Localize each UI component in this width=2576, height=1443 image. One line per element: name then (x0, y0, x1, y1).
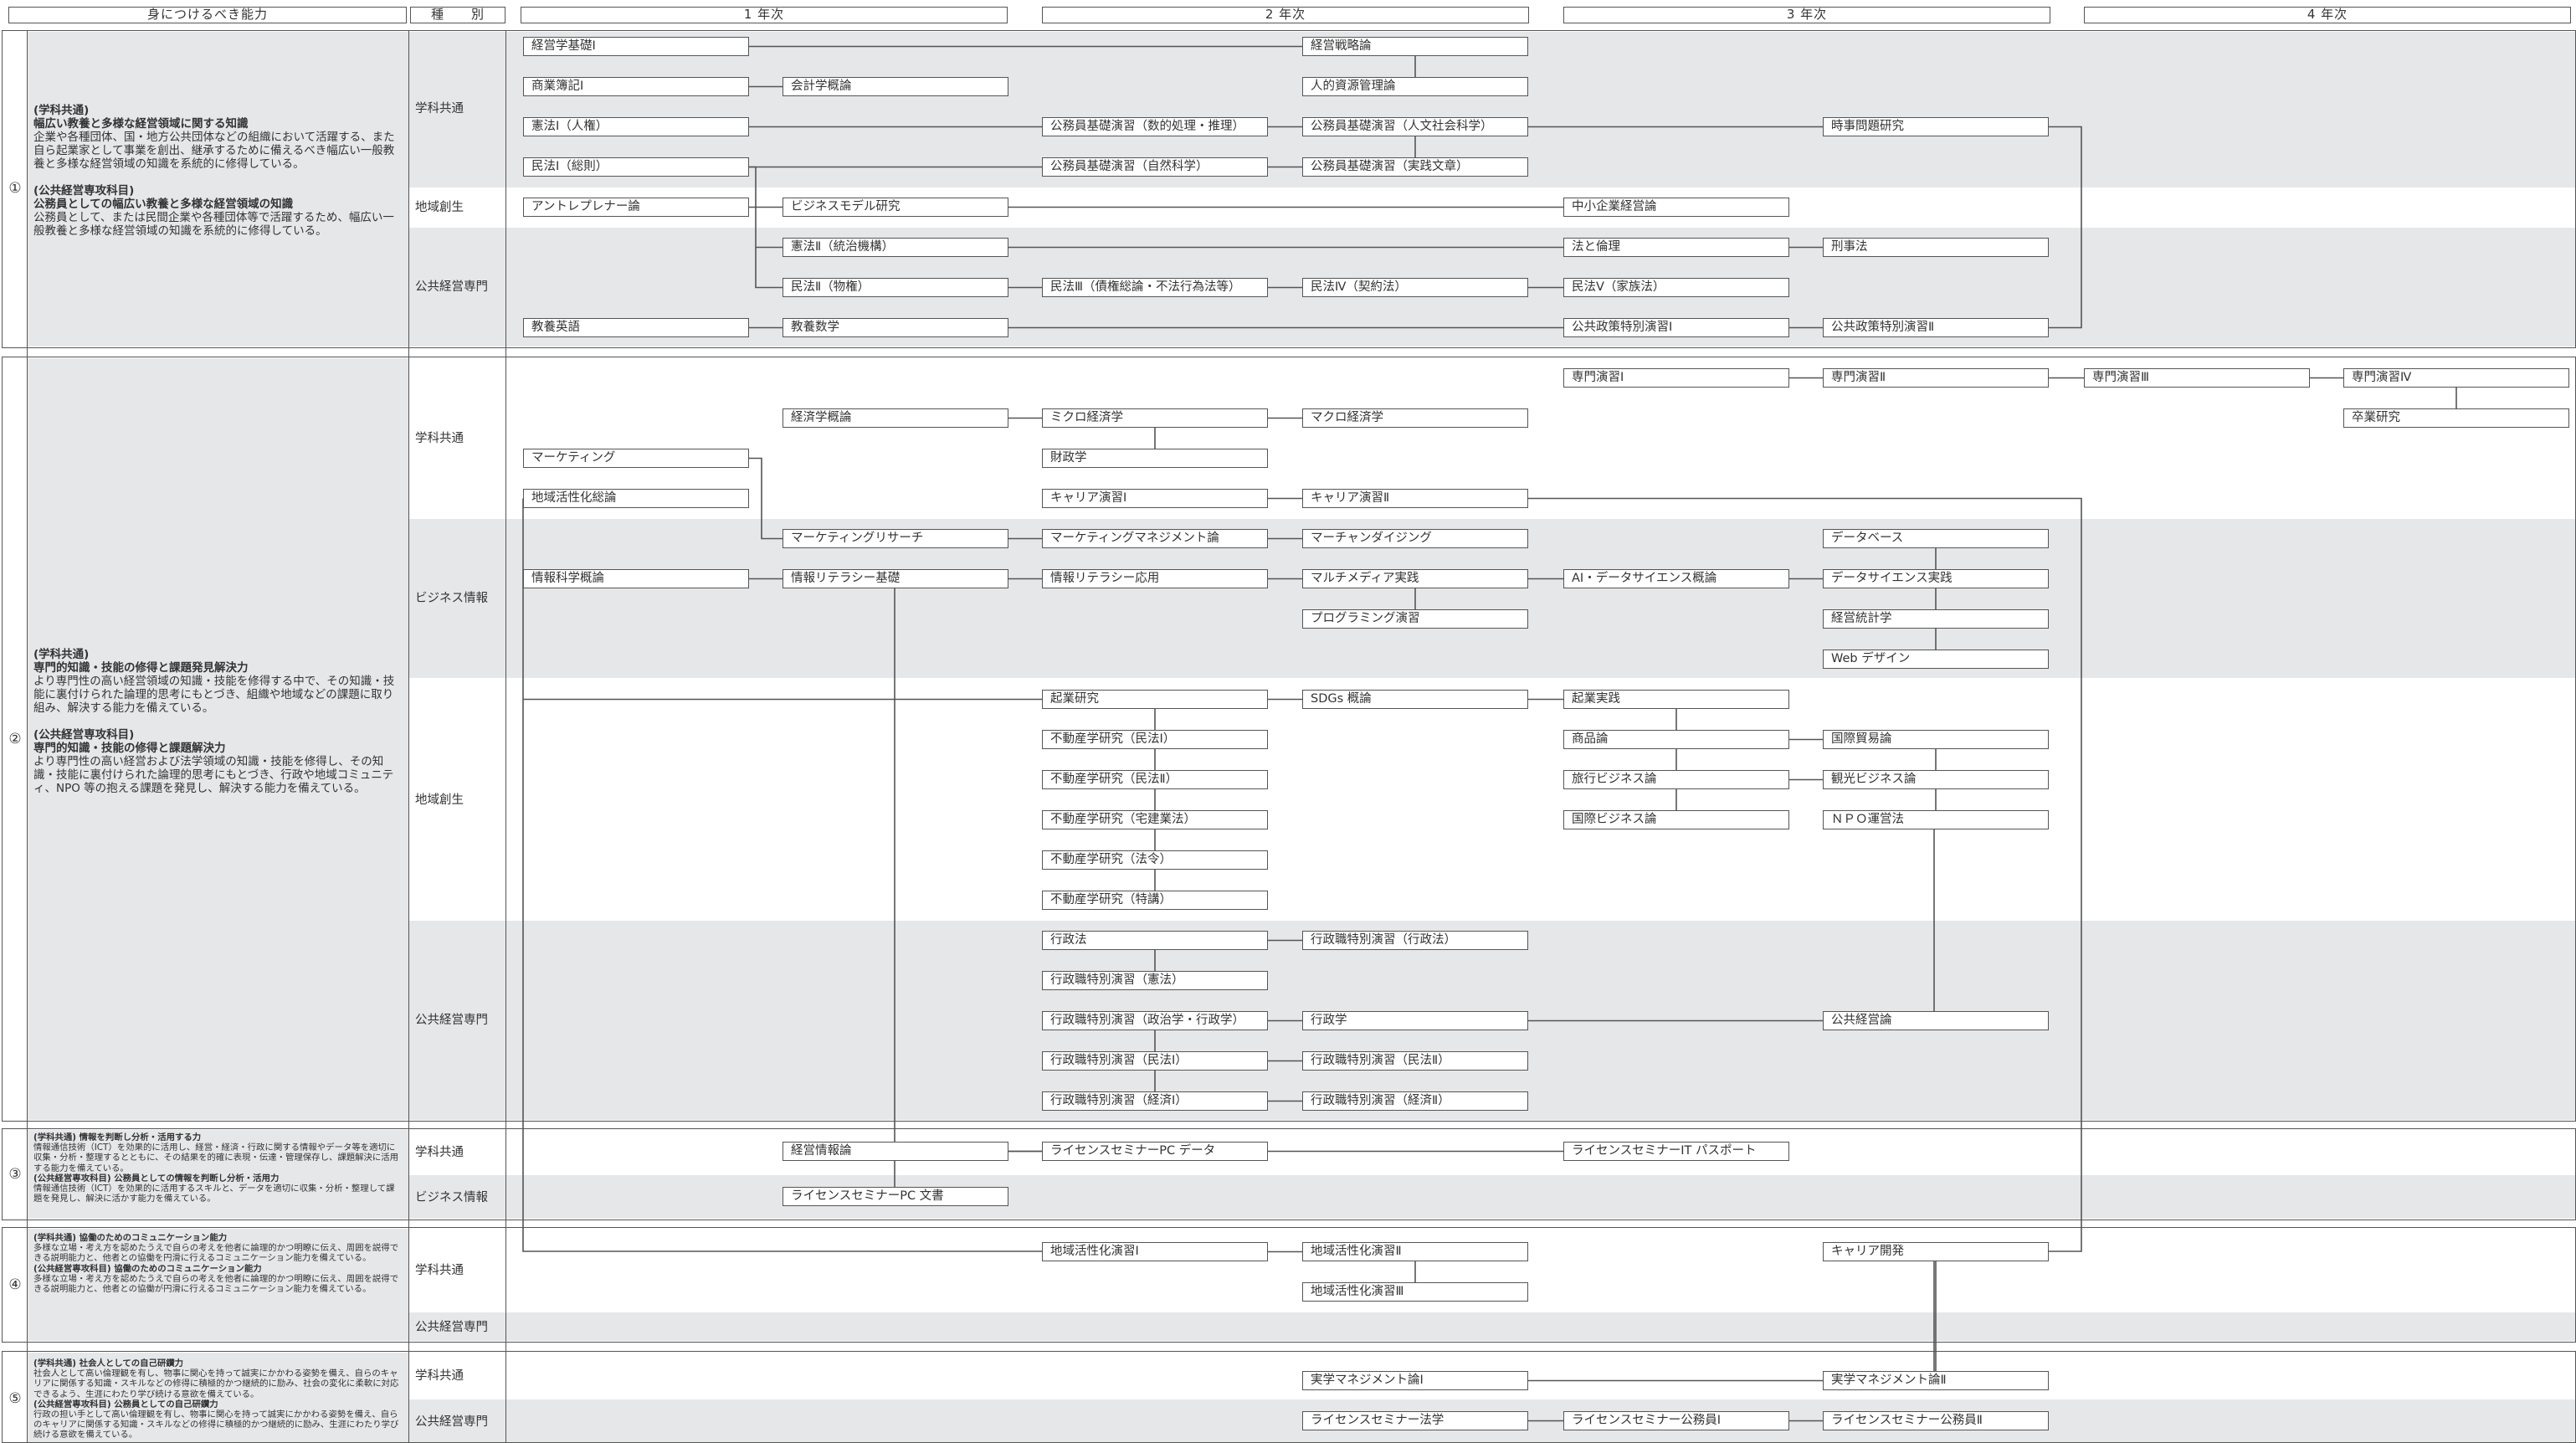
connector-line (749, 457, 783, 540)
course-box: 地域活性化総論 (523, 489, 749, 508)
course-box: 不動産学研究（特講） (1042, 891, 1268, 910)
course-box: 行政職特別演習（民法Ⅰ） (1042, 1051, 1268, 1071)
course-box: 教養英語 (523, 318, 749, 337)
course-box: 国際貿易論 (1823, 730, 2049, 749)
connector-line (522, 498, 1042, 1252)
course-box: 卒業研究 (2343, 408, 2569, 428)
course-box: 情報科学概論 (523, 569, 749, 588)
course-box: 公共政策特別演習Ⅰ (1563, 318, 1789, 337)
course-box: 憲法Ⅰ（人権） (523, 117, 749, 136)
course-box: 法と倫理 (1563, 238, 1789, 257)
connector-line (2049, 126, 2082, 329)
course-box: 地域活性化演習Ⅲ (1302, 1282, 1528, 1302)
course-box: 時事問題研究 (1823, 117, 2049, 136)
course-box: 専門演習Ⅱ (1823, 368, 2049, 388)
course-box: 地域活性化演習Ⅰ (1042, 1242, 1268, 1261)
course-box: Web デザイン (1823, 650, 2049, 669)
course-box: 刑事法 (1823, 238, 2049, 257)
course-box: 商業簿記Ⅰ (523, 77, 749, 96)
course-box: 会計学概論 (783, 77, 1008, 96)
course-box: キャリア演習Ⅰ (1042, 489, 1268, 508)
course-box: 公共経営論 (1823, 1011, 2049, 1030)
course-box: アントレプレナー論 (523, 198, 749, 217)
course-box: 行政学 (1302, 1011, 1528, 1030)
course-box: 地域活性化演習Ⅱ (1302, 1242, 1528, 1261)
connector-line (894, 578, 1042, 1153)
course-box: 国際ビジネス論 (1563, 810, 1789, 829)
course-box: 経営統計学 (1823, 609, 2049, 629)
course-box: マクロ経済学 (1302, 408, 1528, 428)
course-box: 人的資源管理論 (1302, 77, 1528, 96)
course-box: マーケティングリサーチ (783, 529, 1008, 548)
course-box: 経営情報論 (783, 1142, 1008, 1161)
course-box: ライセンスセミナーIT パスポート (1563, 1142, 1789, 1161)
course-box: ビジネスモデル研究 (783, 198, 1008, 217)
course-box: SDGs 概論 (1302, 690, 1528, 709)
course-box: 情報リテラシー基礎 (783, 569, 1008, 588)
course-box: マーケティングマネジメント論 (1042, 529, 1268, 548)
course-box: ライセンスセミナー公務員Ⅱ (1823, 1411, 2049, 1430)
course-box: 実学マネジメント論Ⅱ (1823, 1371, 2049, 1390)
course-box: 専門演習Ⅳ (2343, 368, 2569, 388)
course-box: 専門演習Ⅰ (1563, 368, 1789, 388)
course-box: 公共政策特別演習Ⅱ (1823, 318, 2049, 337)
course-box: 観光ビジネス論 (1823, 770, 2049, 789)
course-box: ライセンスセミナーPC データ (1042, 1142, 1268, 1161)
course-box: 公務員基礎演習（数的処理・推理） (1042, 117, 1268, 136)
course-box: ミクロ経済学 (1042, 408, 1268, 428)
course-box: キャリア開発 (1823, 1242, 2049, 1261)
course-box: 実学マネジメント論Ⅰ (1302, 1371, 1528, 1390)
course-box: ライセンスセミナーPC 文書 (783, 1187, 1008, 1206)
course-box: 民法Ⅳ（契約法） (1302, 278, 1528, 297)
course-box: 公務員基礎演習（人文社会科学） (1302, 117, 1528, 136)
course-box: 経営戦略論 (1302, 37, 1528, 56)
course-box: 教養数学 (783, 318, 1008, 337)
course-box: 不動産学研究（民法Ⅱ） (1042, 770, 1268, 789)
course-box: プログラミング演習 (1302, 609, 1528, 629)
course-connectors (522, 45, 2457, 1422)
course-box: 商品論 (1563, 730, 1789, 749)
course-box: 財政学 (1042, 449, 1268, 468)
course-box: 憲法Ⅱ（統治機構） (783, 238, 1008, 257)
course-box: 不動産学研究（宅建業法） (1042, 810, 1268, 829)
course-box: 公務員基礎演習（実践文章） (1302, 157, 1528, 177)
course-box: 起業研究 (1042, 690, 1268, 709)
course-box: AI・データサイエンス概論 (1563, 569, 1789, 588)
course-box: 情報リテラシー応用 (1042, 569, 1268, 588)
course-box: ＮＰＯ運営法 (1823, 810, 2049, 829)
course-box: マルチメディア実践 (1302, 569, 1528, 588)
course-box: 専門演習Ⅲ (2084, 368, 2310, 388)
course-box: 中小企業経営論 (1563, 198, 1789, 217)
course-box: 行政職特別演習（政治学・行政学） (1042, 1011, 1268, 1030)
course-box: データサイエンス実践 (1823, 569, 2049, 588)
course-box: 経済学概論 (783, 408, 1008, 428)
course-box: 公務員基礎演習（自然科学） (1042, 157, 1268, 177)
course-box: 旅行ビジネス論 (1563, 770, 1789, 789)
course-box: 不動産学研究（法令） (1042, 850, 1268, 870)
course-box: 起業実践 (1563, 690, 1789, 709)
course-box: 行政職特別演習（経済Ⅱ） (1302, 1091, 1528, 1111)
course-box: 民法Ⅱ（物権） (783, 278, 1008, 297)
course-box: ライセンスセミナー公務員Ⅰ (1563, 1411, 1789, 1430)
course-box: データベース (1823, 529, 2049, 548)
course-box: 不動産学研究（民法Ⅰ） (1042, 730, 1268, 749)
course-box: 行政職特別演習（民法Ⅱ） (1302, 1051, 1528, 1071)
course-box: キャリア演習Ⅱ (1302, 489, 1528, 508)
course-box: 民法Ⅰ（総則） (523, 157, 749, 177)
course-box: 経営学基礎Ⅰ (523, 37, 749, 56)
course-box: ライセンスセミナー法学 (1302, 1411, 1528, 1430)
course-box: 行政職特別演習（行政法） (1302, 931, 1528, 950)
course-box: 行政職特別演習（憲法） (1042, 971, 1268, 990)
connector-line (755, 247, 783, 289)
course-box: 行政職特別演習（経済Ⅰ） (1042, 1091, 1268, 1111)
course-box: 民法Ⅴ（家族法） (1563, 278, 1789, 297)
course-box: マーケティング (523, 449, 749, 468)
course-box: 行政法 (1042, 931, 1268, 950)
course-box: マーチャンダイジング (1302, 529, 1528, 548)
course-box: 民法Ⅲ（債権総論・不法行為法等） (1042, 278, 1268, 297)
